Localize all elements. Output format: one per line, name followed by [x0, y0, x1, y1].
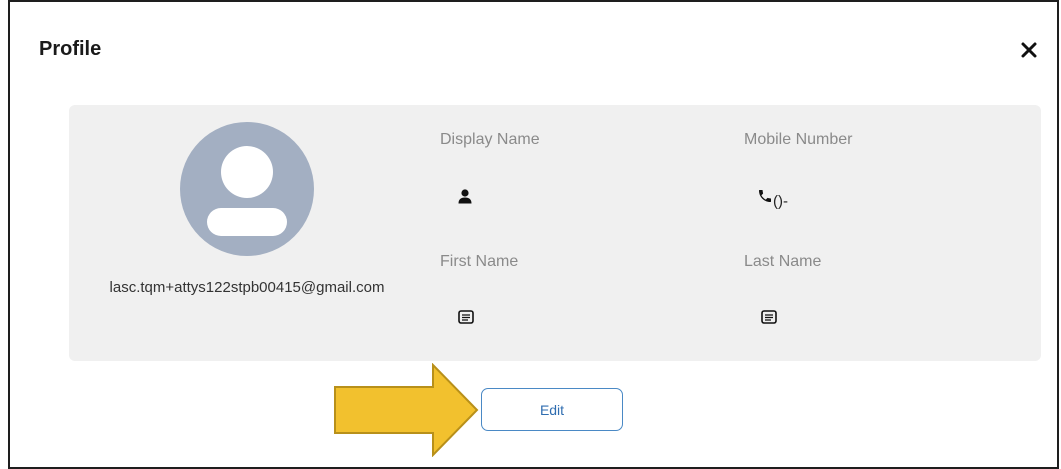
mobile-number-value: ()- — [773, 193, 788, 210]
close-icon[interactable] — [1019, 40, 1039, 60]
mobile-number-label: Mobile Number — [744, 131, 853, 148]
phone-icon — [757, 188, 773, 209]
annotation-arrow — [333, 362, 481, 462]
text-field-icon — [458, 310, 474, 329]
text-field-icon — [761, 310, 777, 329]
last-name-label: Last Name — [744, 253, 822, 270]
person-icon — [458, 189, 472, 209]
first-name-label: First Name — [440, 253, 519, 270]
user-email: lasc.tqm+attys122stpb00415@gmail.com — [109, 279, 385, 296]
display-name-label: Display Name — [440, 131, 540, 148]
edit-button[interactable]: Edit — [481, 388, 623, 431]
user-avatar-icon — [180, 122, 314, 256]
dialog-title: Profile — [39, 38, 102, 60]
profile-panel: lasc.tqm+attys122stpb00415@gmail.com Dis… — [69, 105, 1041, 361]
